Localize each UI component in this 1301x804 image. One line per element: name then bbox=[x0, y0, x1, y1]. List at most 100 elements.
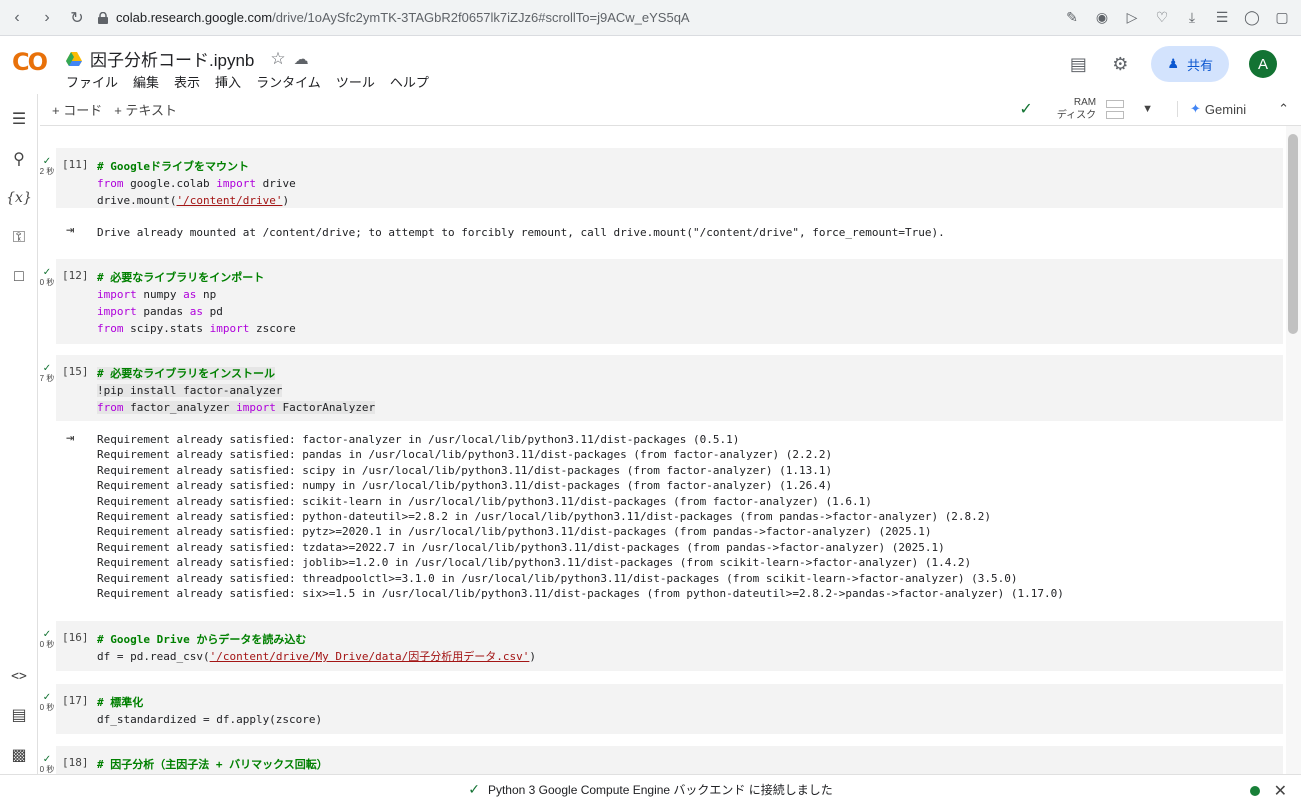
exec-count: [12] bbox=[62, 269, 89, 282]
terminal-icon[interactable]: ▩ bbox=[8, 744, 30, 766]
disk-bar bbox=[1106, 110, 1125, 119]
cell-status[interactable]: ✓ 0 秒 bbox=[38, 630, 56, 650]
code-cell[interactable]: [12] # 必要なライブラリをインポート import numpy as np… bbox=[56, 259, 1283, 344]
ram-label: RAM bbox=[1073, 97, 1097, 108]
check-icon: ✓ bbox=[42, 629, 52, 640]
cell-status[interactable]: ✓ 0 秒 bbox=[38, 268, 56, 288]
colab-header: CO 因子分析コード.ipynb ☆ ☁ ファイル 編集 表示 挿入 ランタイム… bbox=[0, 36, 1301, 94]
check-icon: ✓ bbox=[42, 267, 52, 278]
status-bar: ✓ Python 3 Google Compute Engine バックエンド … bbox=[0, 774, 1301, 804]
menu-file[interactable]: ファイル bbox=[66, 72, 118, 91]
url-host: colab.research.google.com bbox=[116, 10, 273, 25]
gemini-button[interactable]: ✦ Gemini bbox=[1177, 101, 1246, 117]
exec-count: [11] bbox=[62, 158, 89, 171]
resource-indicator[interactable]: RAM ディスク bbox=[1057, 96, 1096, 122]
address-bar[interactable]: colab.research.google.com/drive/1oAySfc2… bbox=[98, 10, 690, 25]
output-line: Requirement already satisfied: pandas in… bbox=[97, 448, 833, 462]
colab-logo[interactable]: CO bbox=[12, 48, 54, 80]
comment-icon[interactable]: ▤ bbox=[1067, 53, 1089, 75]
code-cell[interactable]: [17] # 標準化 df_standardized = df.apply(zs… bbox=[56, 684, 1283, 734]
folder-icon[interactable]: □ bbox=[8, 266, 30, 288]
output-text: Requirement already satisfied: factor-an… bbox=[97, 432, 1064, 601]
search-icon[interactable]: ⚲ bbox=[8, 148, 30, 170]
output-line: Requirement already satisfied: six>=1.5 … bbox=[97, 587, 1064, 601]
command-palette-icon[interactable]: ▤ bbox=[8, 704, 30, 726]
edit-icon[interactable]: ✎ bbox=[1061, 6, 1083, 28]
toc-list-icon[interactable]: ☰ bbox=[8, 108, 30, 130]
heart-icon[interactable]: ♡ bbox=[1151, 6, 1173, 28]
status-check-icon: ✓ bbox=[468, 781, 480, 797]
code-editor[interactable]: # 因子分析（主因子法 + バリマックス回転） bbox=[97, 756, 328, 773]
variables-icon[interactable]: {x} bbox=[6, 187, 32, 209]
cell-status[interactable]: ✓ 0 秒 bbox=[38, 754, 56, 775]
code-cell[interactable]: [16] # Google Drive からデータを読み込む df = pd.r… bbox=[56, 621, 1283, 671]
gemini-sparkle-icon: ✦ bbox=[1190, 101, 1201, 116]
chevron-down-icon[interactable]: ▼ bbox=[1142, 103, 1153, 115]
share-button[interactable]: ♟ 共有 bbox=[1151, 46, 1229, 82]
menu-view[interactable]: 表示 bbox=[174, 72, 200, 91]
code-cell[interactable]: [11] # Googleドライブをマウント from google.colab… bbox=[56, 148, 1283, 208]
output-line: Requirement already satisfied: scipy in … bbox=[97, 463, 833, 477]
cloud-icon[interactable]: ☁ bbox=[294, 50, 309, 68]
camera-icon[interactable]: ◉ bbox=[1091, 6, 1113, 28]
settings-gear-icon[interactable]: ⚙ bbox=[1109, 53, 1131, 75]
menu-insert[interactable]: 挿入 bbox=[215, 72, 241, 91]
close-icon[interactable]: ✕ bbox=[1274, 781, 1287, 801]
menu-tools[interactable]: ツール bbox=[336, 72, 375, 91]
menu-runtime[interactable]: ランタイム bbox=[256, 72, 321, 91]
output-text: Drive already mounted at /content/drive;… bbox=[97, 226, 945, 239]
output-line: Requirement already satisfied: scikit-le… bbox=[97, 494, 872, 508]
cell-status[interactable]: ✓ 0 秒 bbox=[38, 693, 56, 713]
check-icon: ✓ bbox=[42, 692, 52, 703]
avatar[interactable]: A bbox=[1249, 50, 1277, 78]
code-editor[interactable]: # 必要なライブラリをインポート import numpy as np impo… bbox=[97, 269, 296, 337]
menu-edit[interactable]: 編集 bbox=[133, 72, 159, 91]
check-icon: ✓ bbox=[42, 363, 52, 374]
code-editor[interactable]: # 必要なライブラリをインストール !pip install factor-an… bbox=[97, 365, 376, 416]
code-editor[interactable]: # 標準化 df_standardized = df.apply(zscore) bbox=[97, 694, 322, 728]
add-code-button[interactable]: + コード bbox=[52, 100, 102, 119]
connection-dot-icon bbox=[1249, 786, 1260, 796]
menu-help[interactable]: ヘルプ bbox=[390, 72, 429, 91]
chevron-up-icon[interactable]: ⌃ bbox=[1278, 101, 1289, 117]
notebook-cells: ✓ 2 秒 [11] # Googleドライブをマウント from google.… bbox=[38, 126, 1286, 774]
disk-label: ディスク bbox=[1056, 110, 1097, 121]
key-icon[interactable]: ⚿ bbox=[8, 227, 30, 249]
code-cell[interactable]: [15] # 必要なライブラリをインストール !pip install fact… bbox=[56, 355, 1283, 421]
star-icon[interactable]: ☆ bbox=[270, 49, 285, 69]
connected-check-icon: ✓ bbox=[1019, 101, 1033, 118]
extension-icon[interactable]: ▢ bbox=[1271, 6, 1293, 28]
exec-count: [17] bbox=[62, 694, 89, 707]
output-icon[interactable]: ⇥ bbox=[66, 222, 88, 238]
download-icon[interactable]: ⤓ bbox=[1181, 6, 1203, 28]
notebook-scrollbar[interactable] bbox=[1286, 126, 1301, 774]
output-line: Requirement already satisfied: numpy in … bbox=[97, 479, 833, 493]
cell-output: ⇥ Requirement already satisfied: factor-… bbox=[56, 426, 1283, 606]
check-icon: ✓ bbox=[42, 156, 52, 167]
output-line: Requirement already satisfied: tzdata>=2… bbox=[97, 540, 945, 554]
cell-status[interactable]: ✓ 7 秒 bbox=[38, 364, 56, 384]
back-icon[interactable]: ‹ bbox=[4, 5, 30, 31]
menu-icon[interactable]: ☰ bbox=[1211, 6, 1233, 28]
code-snippets-icon[interactable]: <> bbox=[8, 665, 30, 687]
output-icon[interactable]: ⇥ bbox=[66, 430, 88, 446]
code-editor[interactable]: # Googleドライブをマウント from google.colab impo… bbox=[97, 158, 296, 209]
left-sidebar: ☰ ⚲ {x} ⚿ □ <> ▤ ▩ bbox=[0, 94, 38, 774]
scroll-thumb[interactable] bbox=[1288, 134, 1298, 334]
check-icon: ✓ bbox=[42, 754, 52, 765]
add-text-button[interactable]: + テキスト bbox=[114, 100, 177, 119]
exec-count: [18] bbox=[62, 756, 89, 769]
code-editor[interactable]: # Google Drive からデータを読み込む df = pd.read_c… bbox=[97, 631, 536, 665]
notebook-title[interactable]: 因子分析コード.ipynb bbox=[90, 46, 254, 71]
notebook-toolbar: + コード + テキスト ✓ RAM ディスク ▼ ✦ Gemini ⌃ bbox=[40, 94, 1301, 126]
reload-icon[interactable]: ↻ bbox=[64, 5, 90, 31]
code-cell[interactable]: [18] # 因子分析（主因子法 + バリマックス回転） bbox=[56, 746, 1283, 774]
play-icon[interactable]: ▷ bbox=[1121, 6, 1143, 28]
output-line: Requirement already satisfied: threadpoo… bbox=[97, 571, 1018, 585]
forward-icon[interactable]: › bbox=[34, 5, 60, 31]
output-line: Requirement already satisfied: joblib>=1… bbox=[97, 556, 972, 570]
output-line: Requirement already satisfied: python-da… bbox=[97, 510, 992, 524]
cell-status[interactable]: ✓ 2 秒 bbox=[38, 157, 56, 177]
profile-icon[interactable]: ◯ bbox=[1241, 6, 1263, 28]
menu-bar: ファイル 編集 表示 挿入 ランタイム ツール ヘルプ bbox=[66, 72, 429, 91]
